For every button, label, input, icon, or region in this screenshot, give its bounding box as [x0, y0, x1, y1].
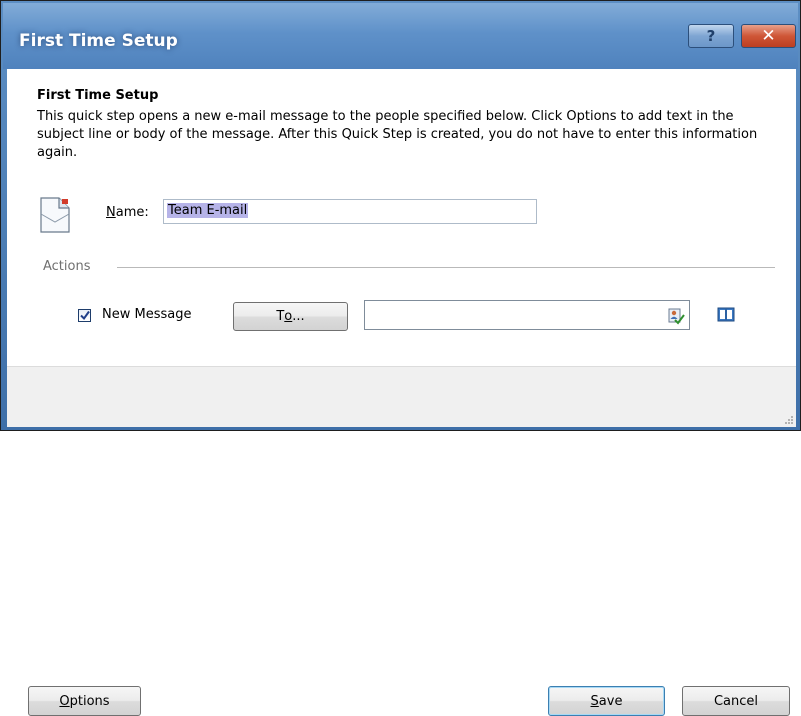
window-title: First Time Setup — [19, 31, 178, 51]
close-button[interactable]: ✕ — [741, 24, 796, 48]
dialog-body: First Time Setup This quick step opens a… — [7, 69, 796, 716]
section-heading: First Time Setup — [37, 88, 159, 103]
check-names-icon[interactable] — [667, 307, 685, 325]
cancel-button[interactable]: Cancel — [682, 686, 790, 716]
to-recipients-input[interactable] — [364, 300, 690, 330]
close-icon: ✕ — [761, 26, 776, 46]
quick-step-document-icon — [40, 197, 70, 233]
title-bar[interactable]: First Time Setup ? ✕ — [3, 3, 798, 69]
to-button[interactable]: To... — [233, 302, 348, 331]
address-book-icon[interactable] — [717, 306, 735, 323]
new-message-label: New Message — [102, 307, 192, 322]
help-icon: ? — [706, 27, 716, 45]
dialog-window: First Time Setup ? ✕ First Time Setup Th… — [0, 0, 801, 716]
dialog-footer: Options Save Cancel — [7, 366, 796, 716]
name-label: Name: — [106, 205, 149, 220]
actions-divider — [117, 267, 775, 268]
save-button[interactable]: Save — [548, 686, 665, 716]
name-input[interactable]: Team E-mail — [163, 199, 537, 224]
actions-section-label: Actions — [43, 259, 91, 274]
resize-grip-icon[interactable] — [784, 415, 794, 425]
help-button[interactable]: ? — [688, 24, 734, 48]
options-button[interactable]: Options — [28, 686, 141, 716]
name-value: Team E-mail — [167, 203, 249, 218]
new-message-checkbox[interactable] — [78, 309, 91, 322]
description-text: This quick step opens a new e-mail messa… — [37, 109, 758, 160]
checkmark-icon — [80, 310, 90, 321]
